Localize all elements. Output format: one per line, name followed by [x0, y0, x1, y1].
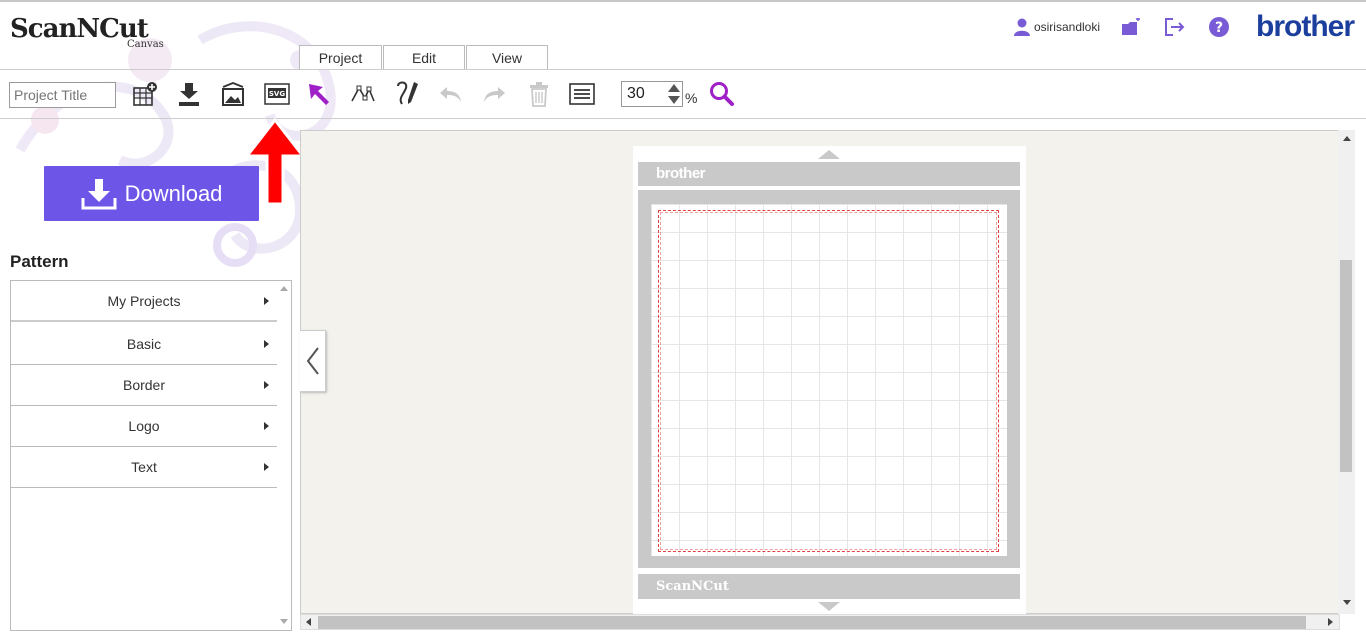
project-title-input[interactable]: [9, 82, 116, 108]
select-arrow-icon[interactable]: [305, 80, 333, 108]
svg-text:?: ?: [1215, 20, 1223, 36]
zoom-search-icon[interactable]: [708, 80, 736, 108]
pattern-list-scrollbar[interactable]: [277, 281, 291, 630]
logo-subtext: Canvas: [127, 39, 164, 50]
pattern-heading: Pattern: [10, 252, 69, 271]
mat-brand-label: brother: [656, 165, 706, 182]
chevron-right-icon: [264, 463, 269, 471]
user-icon: [1013, 18, 1030, 36]
edit-points-icon[interactable]: [349, 80, 377, 108]
list-item-my-projects[interactable]: My Projects: [11, 281, 277, 322]
list-item-label: Text: [131, 459, 157, 475]
list-item-border[interactable]: Border: [11, 365, 277, 406]
username: osirisandloki: [1033, 20, 1100, 34]
user-account[interactable]: osirisandloki: [1013, 18, 1100, 36]
chevron-right-icon: [264, 340, 269, 348]
cutting-area-inner-boundary: [660, 212, 997, 550]
mat-down-arrow-icon[interactable]: [818, 602, 840, 611]
mat-footer-logo: ScanNCut: [656, 579, 729, 594]
zoom-unit: %: [685, 90, 698, 106]
list-item-label: My Projects: [107, 292, 181, 309]
chevron-right-icon: [264, 297, 269, 305]
vertical-scroll-thumb[interactable]: [1340, 260, 1352, 472]
scroll-left-icon[interactable]: [306, 618, 311, 626]
list-item-logo[interactable]: Logo: [11, 406, 277, 447]
new-project-icon[interactable]: [131, 80, 159, 108]
mat-header: brother: [638, 162, 1020, 186]
help-icon[interactable]: ?: [1208, 16, 1230, 38]
delete-icon[interactable]: [525, 80, 553, 108]
download-button[interactable]: Download: [44, 166, 259, 221]
scroll-down-icon[interactable]: [1343, 600, 1351, 605]
draw-pen-icon[interactable]: [393, 80, 421, 108]
app-window: { "app": { "logo_main": "ScanNCut", "log…: [0, 0, 1366, 641]
pattern-list: My Projects Basic Border Logo Text: [10, 280, 292, 631]
download-label: Download: [124, 180, 223, 206]
chevron-left-icon: [306, 347, 319, 375]
collapse-panel-button[interactable]: [300, 330, 326, 392]
mat-up-arrow-icon[interactable]: [818, 150, 840, 159]
export-svg-icon[interactable]: SVG: [263, 80, 291, 108]
mycanvas-folder-icon[interactable]: [1120, 16, 1142, 38]
zoom-value[interactable]: 30: [622, 85, 666, 103]
tab-edit[interactable]: Edit: [383, 45, 465, 70]
toolbar-divider: [0, 118, 1366, 119]
mat-footer: ScanNCut: [638, 574, 1020, 599]
horizontal-scroll-thumb[interactable]: [318, 616, 1306, 629]
list-item-label: Logo: [128, 418, 160, 434]
mat-board: [638, 190, 1020, 568]
header-actions: osirisandloki ? brother: [1013, 10, 1355, 44]
zoom-spinner[interactable]: [666, 82, 682, 106]
scroll-right-icon[interactable]: [1328, 618, 1333, 626]
list-item-label: Basic: [126, 336, 162, 352]
list-item-text[interactable]: Text: [11, 447, 277, 488]
scanncut-canvas-logo[interactable]: ScanNCut Canvas: [10, 12, 170, 52]
brother-brand-logo[interactable]: brother: [1256, 10, 1355, 44]
cutting-mat[interactable]: brother ScanNCut: [633, 146, 1026, 614]
toolbar: SVG 30 %: [0, 70, 1366, 118]
undo-icon[interactable]: [437, 80, 465, 108]
import-image-icon[interactable]: [219, 80, 247, 108]
chevron-right-icon: [264, 381, 269, 389]
top-border: [0, 0, 1366, 2]
properties-list-icon[interactable]: [568, 80, 596, 108]
zoom-down-icon[interactable]: [668, 96, 680, 104]
list-item-basic[interactable]: Basic: [11, 324, 277, 365]
tab-view[interactable]: View: [466, 45, 548, 70]
tab-project[interactable]: Project: [299, 45, 382, 70]
chevron-right-icon: [264, 422, 269, 430]
canvas-horizontal-scrollbar[interactable]: [300, 614, 1340, 630]
canvas-vertical-scrollbar[interactable]: [1338, 130, 1355, 614]
logout-icon[interactable]: [1164, 16, 1186, 38]
main-tabs: Project Edit View: [299, 45, 549, 70]
zoom-up-icon[interactable]: [668, 84, 680, 92]
svg-label: SVG: [269, 90, 285, 98]
download-icon[interactable]: [175, 80, 203, 108]
download-tray-icon: [81, 178, 117, 209]
zoom-stepper[interactable]: 30: [621, 81, 683, 107]
scroll-up-icon[interactable]: [1343, 136, 1351, 141]
redo-icon[interactable]: [480, 80, 508, 108]
list-item-label: Border: [122, 377, 166, 393]
